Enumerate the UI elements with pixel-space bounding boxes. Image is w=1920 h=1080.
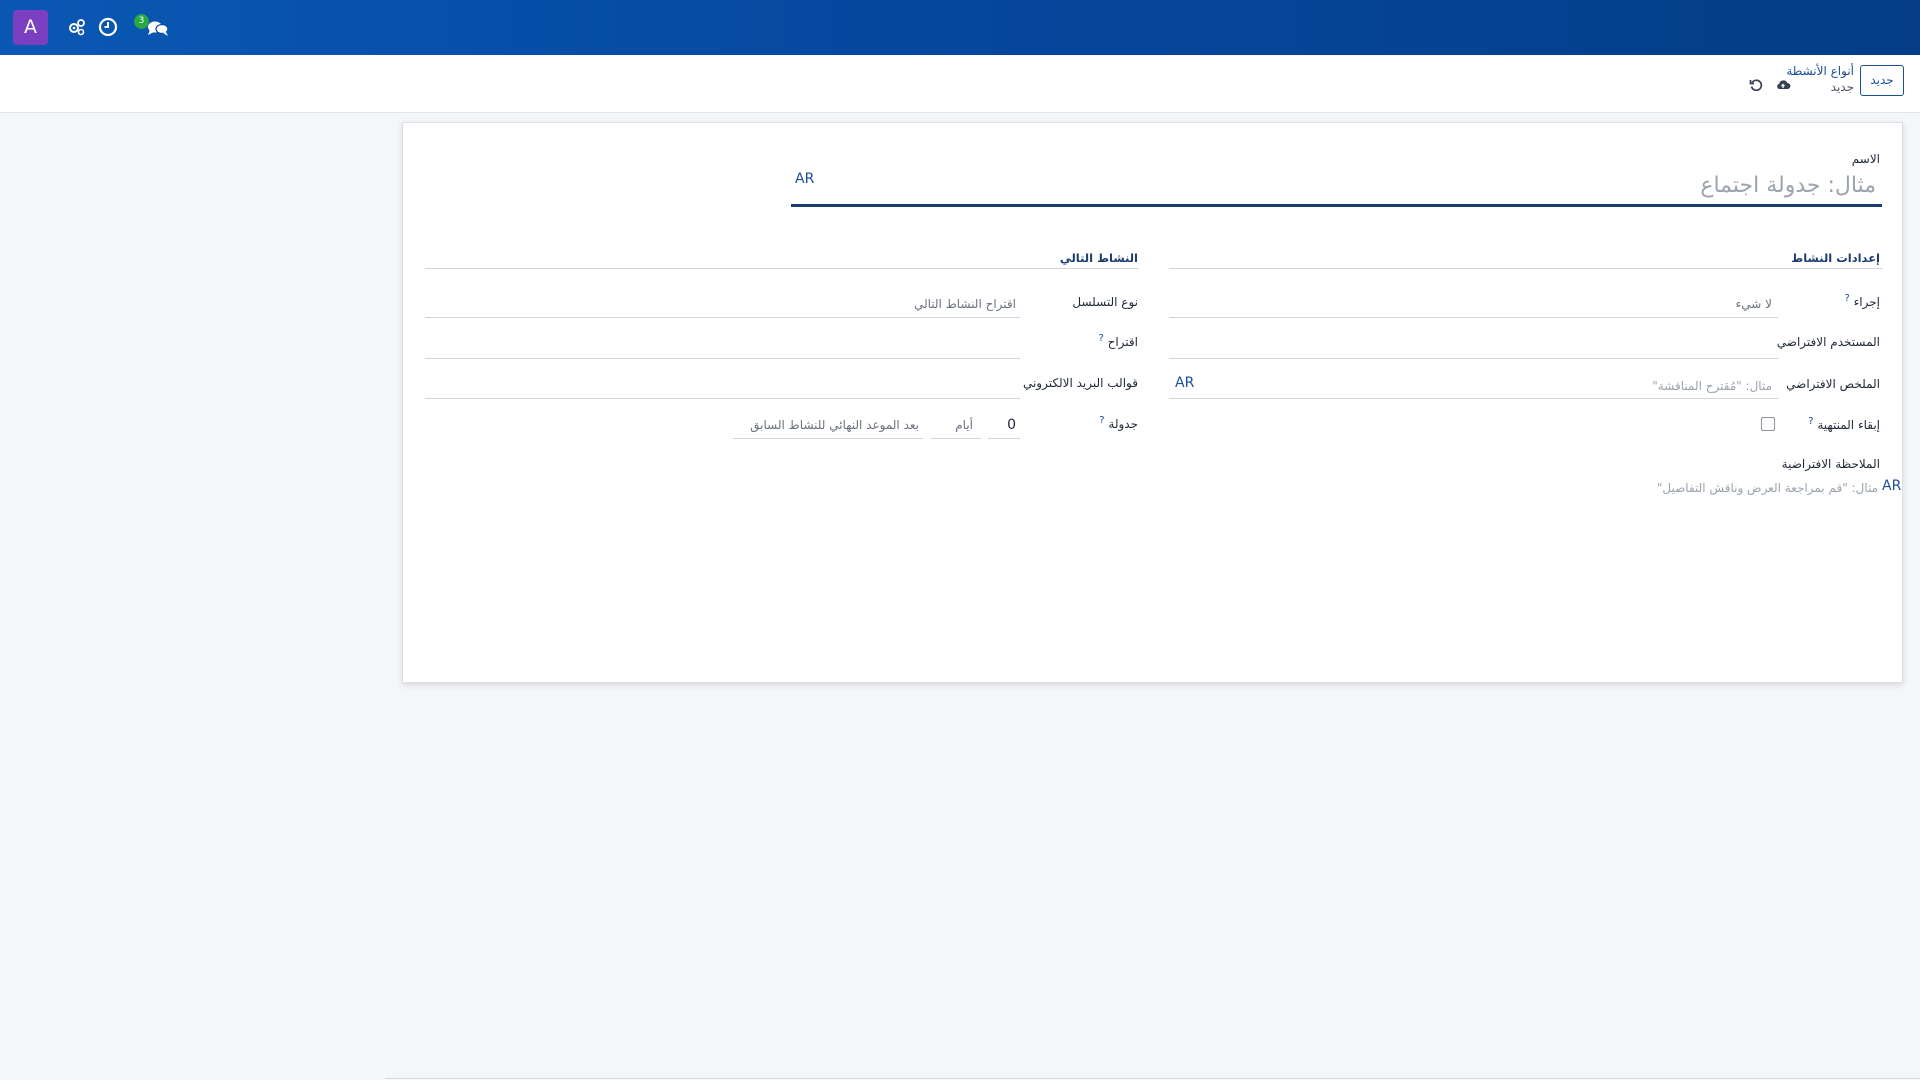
breadcrumb-parent-link[interactable]: أنواع الأنشطة xyxy=(1786,63,1854,79)
help-icon[interactable]: ? xyxy=(1098,333,1103,344)
keep-done-label: إبقاء المنتهية ? xyxy=(1808,416,1880,432)
default-summary-input[interactable]: مثال: "مُقترح المناقشة" xyxy=(1652,379,1772,393)
name-underline xyxy=(791,204,1882,207)
note-lang-tag[interactable]: AR xyxy=(1882,478,1901,494)
app-avatar[interactable]: A xyxy=(13,10,48,45)
discard-undo-icon[interactable] xyxy=(1748,77,1764,93)
keep-done-checkbox[interactable] xyxy=(1761,417,1775,431)
control-panel: جديد أنواع الأنشطة جديد xyxy=(0,55,1920,113)
section-next-activity: النشاط التالي xyxy=(1059,251,1138,265)
default-user-label: المستخدم الافتراضي xyxy=(1776,335,1880,349)
help-icon[interactable]: ? xyxy=(1099,415,1104,426)
name-label: الاسم xyxy=(1851,152,1880,166)
form-sheet: الاسم مثال: جدولة اجتماع AR إعدادات النش… xyxy=(402,122,1903,683)
help-icon[interactable]: ? xyxy=(1808,416,1813,427)
cogs-icon[interactable] xyxy=(66,16,88,38)
footer-divider xyxy=(385,1078,1920,1079)
chaining-type-select[interactable]: اقتراح النشاط التالي xyxy=(914,297,1016,311)
name-input[interactable]: مثال: جدولة اجتماع xyxy=(1700,173,1876,198)
new-button[interactable]: جديد xyxy=(1860,65,1904,96)
email-templates-label: قوالب البريد الالكتروني xyxy=(1022,376,1138,390)
clock-icon[interactable] xyxy=(97,16,119,38)
summary-lang-tag[interactable]: AR xyxy=(1175,375,1194,391)
default-note-input[interactable]: مثال: "قم بمراجعة العرض وناقش التفاصيل" xyxy=(1657,481,1878,495)
default-note-label: الملاحظة الافتراضية xyxy=(1781,457,1880,471)
suggest-label: اقتراح ? xyxy=(1098,333,1138,349)
action-label: إجراء ? xyxy=(1844,293,1881,309)
chat-count-badge: 3 xyxy=(134,14,149,29)
section-activity-settings: إعدادات النشاط xyxy=(1791,251,1880,265)
chaining-type-label: نوع التسلسل xyxy=(1072,295,1138,309)
action-select[interactable]: لا شيء xyxy=(1736,297,1772,311)
default-summary-label: الملخص الافتراضي xyxy=(1786,377,1880,391)
top-navbar: A 3 xyxy=(0,0,1920,55)
schedule-label: جدولة ? xyxy=(1099,415,1138,431)
breadcrumb: أنواع الأنشطة جديد xyxy=(1786,63,1854,95)
save-cloud-icon[interactable] xyxy=(1775,77,1791,93)
schedule-delay-input[interactable]: 0 xyxy=(1007,417,1016,433)
schedule-unit-select[interactable]: أيام xyxy=(955,418,973,432)
breadcrumb-current: جديد xyxy=(1830,80,1854,94)
schedule-from-select[interactable]: بعد الموعد النهائي للنشاط السابق xyxy=(750,418,919,432)
name-lang-tag[interactable]: AR xyxy=(795,171,814,187)
help-icon[interactable]: ? xyxy=(1845,293,1850,304)
